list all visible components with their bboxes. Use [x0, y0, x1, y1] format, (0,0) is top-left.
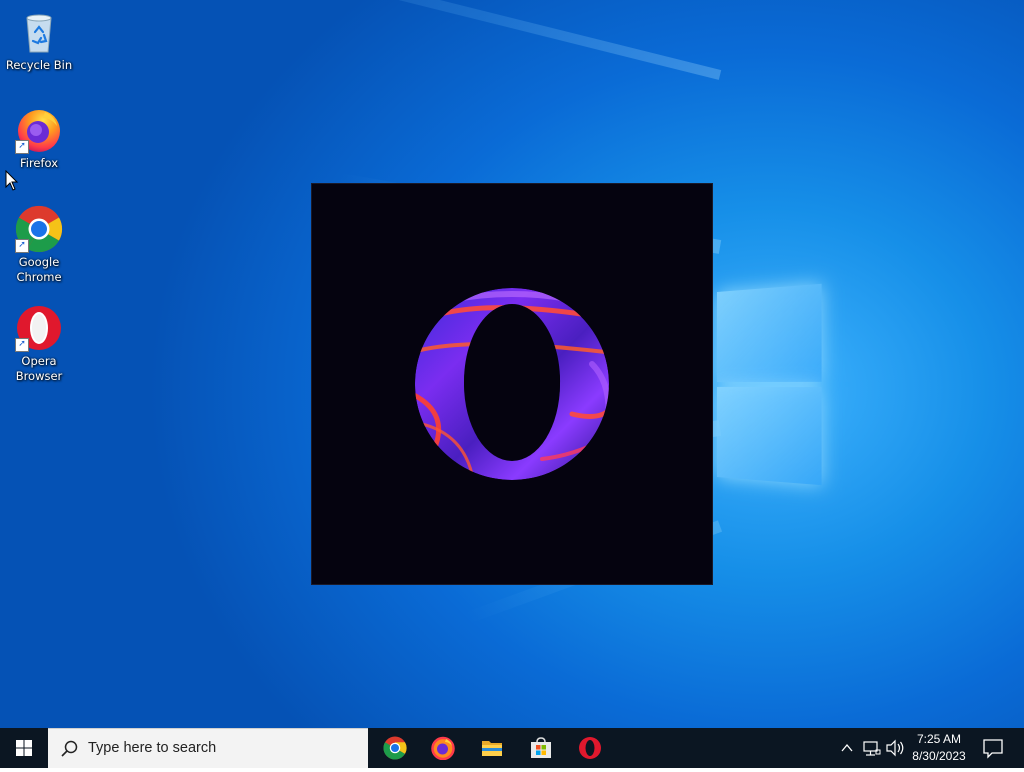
shortcut-arrow-icon: ➚: [15, 239, 29, 253]
chevron-up-icon: [841, 743, 853, 752]
search-placeholder: Type here to search: [88, 740, 217, 756]
taskbar-microsoft-store[interactable]: [517, 728, 565, 768]
taskbar: Type here to search 7:25 AM 8/30/2023: [0, 728, 1024, 768]
opera-o-logo: [414, 288, 609, 481]
taskbar-firefox[interactable]: [419, 728, 467, 768]
start-button[interactable]: [0, 728, 48, 768]
clock-date: 8/30/2023: [912, 749, 966, 763]
desktop-icon-recycle-bin[interactable]: Recycle Bin: [1, 8, 77, 73]
microsoft-store-icon: [531, 737, 551, 758]
opera-icon: [579, 737, 601, 759]
desktop-icon-google-chrome[interactable]: ➚ Google Chrome: [1, 205, 77, 285]
network-icon: [863, 741, 881, 756]
show-hidden-icons-button[interactable]: [838, 728, 856, 768]
opera-splash-window[interactable]: [312, 184, 712, 584]
taskbar-file-explorer[interactable]: [468, 728, 516, 768]
opera-icon: ➚: [15, 304, 63, 352]
desktop-icon-label: Google Chrome: [16, 255, 62, 284]
network-tray-button[interactable]: [861, 728, 883, 768]
clock-time: 7:25 AM: [916, 732, 962, 746]
desktop[interactable]: Recycle Bin ➚ Firefox ➚ Google Chrome ➚ …: [0, 0, 1024, 728]
desktop-icon-opera-browser[interactable]: ➚ Opera Browser: [1, 304, 77, 384]
desktop-icon-label: Firefox: [19, 156, 59, 170]
taskbar-clock[interactable]: 7:25 AM 8/30/2023: [906, 731, 972, 765]
desktop-icon-label: Opera Browser: [15, 354, 63, 383]
action-center-button[interactable]: [978, 728, 1008, 768]
shortcut-arrow-icon: ➚: [15, 338, 29, 352]
firefox-icon: [431, 736, 455, 760]
light-beam: [136, 0, 722, 80]
chrome-icon: ➚: [15, 205, 63, 253]
taskbar-chrome[interactable]: [371, 728, 419, 768]
taskbar-opera[interactable]: [566, 728, 614, 768]
desktop-icon-firefox[interactable]: ➚ Firefox: [1, 106, 77, 171]
recycle-bin-icon: [15, 8, 63, 56]
firefox-icon: ➚: [15, 106, 63, 154]
chrome-icon: [383, 736, 407, 760]
taskbar-search-box[interactable]: Type here to search: [48, 728, 368, 768]
shortcut-arrow-icon: ➚: [15, 140, 29, 154]
mouse-cursor-icon: [5, 170, 19, 191]
windows-wallpaper-logo: [716, 283, 824, 487]
file-explorer-icon: [482, 741, 502, 756]
notification-icon: [983, 739, 1003, 759]
search-icon: [61, 740, 78, 757]
windows-start-icon: [16, 740, 32, 756]
speaker-icon: [886, 739, 904, 757]
desktop-icon-label: Recycle Bin: [5, 58, 73, 72]
volume-tray-button[interactable]: [884, 728, 906, 768]
